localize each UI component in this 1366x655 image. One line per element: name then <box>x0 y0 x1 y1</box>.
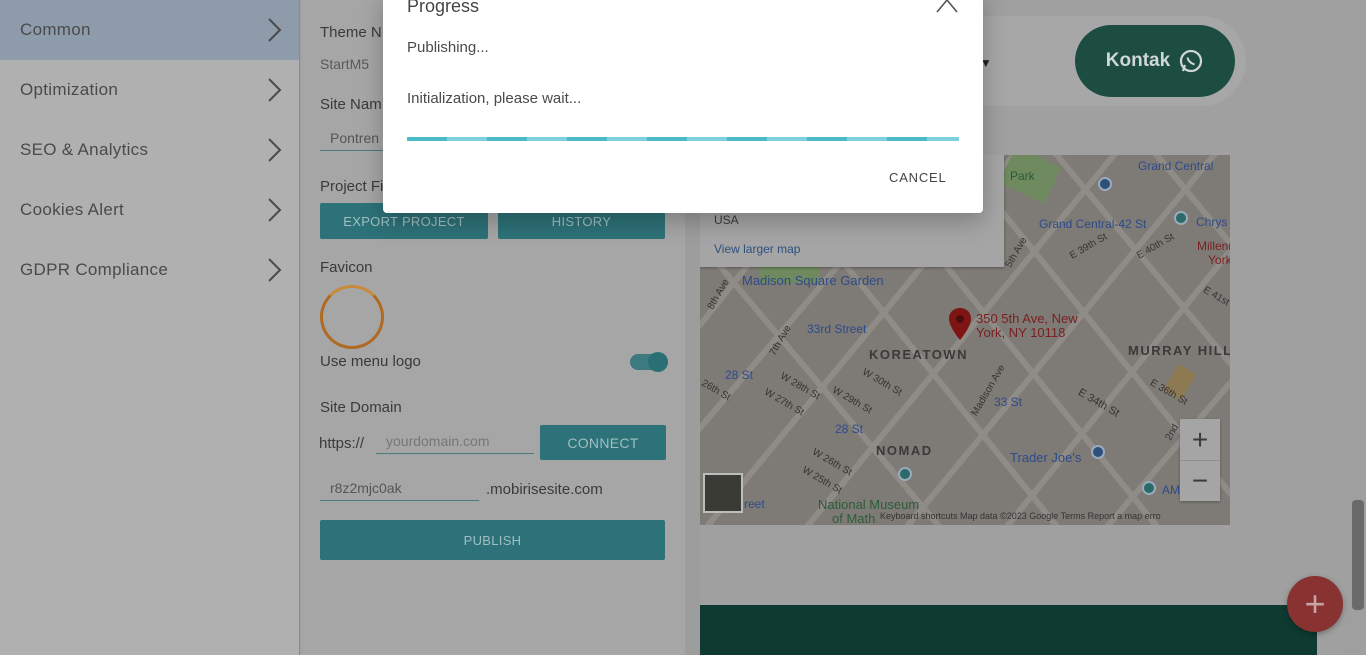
page-scrollbar[interactable] <box>1346 0 1366 655</box>
map-pin-icon[interactable] <box>948 307 972 341</box>
chevron-right-icon <box>268 78 282 102</box>
chevron-right-icon <box>268 18 282 42</box>
dialog-status: Publishing... <box>407 39 489 56</box>
map-label: 28 St <box>725 368 754 382</box>
map-label: AM <box>1162 483 1180 497</box>
theme-name-value: StartM5 <box>320 56 370 72</box>
map-poi-icon[interactable] <box>1098 177 1112 191</box>
map-poi-icon[interactable] <box>1091 445 1105 459</box>
whatsapp-icon <box>1180 49 1203 73</box>
progress-bar-fill <box>407 137 959 141</box>
map-label: Madison Square Garden <box>742 273 884 288</box>
sidebar-item-label: GDPR Compliance <box>20 260 169 279</box>
sidebar-item-seo-analytics[interactable]: SEO & Analytics <box>0 120 299 180</box>
map-attribution: Keyboard shortcuts Map data ©2023 Google… <box>880 511 1161 521</box>
cancel-button[interactable]: CANCEL <box>883 166 953 189</box>
https-prefix: https:// <box>319 435 365 452</box>
chevron-right-icon <box>268 198 282 222</box>
map-label: reet <box>744 497 765 511</box>
map-label: 28 St <box>835 422 864 436</box>
map-poi-icon[interactable] <box>1142 481 1156 495</box>
map-label: Millenniu <box>1197 239 1230 253</box>
map-label: 350 5th Ave, New <box>976 311 1078 326</box>
domain-input[interactable]: yourdomain.com <box>376 429 534 454</box>
scrollbar-thumb[interactable] <box>1352 500 1364 610</box>
connect-button[interactable]: CONNECT <box>540 425 666 460</box>
map-label: Chrys <box>1196 215 1228 229</box>
map-zoom-controls: + − <box>1180 419 1220 501</box>
favicon-image[interactable] <box>320 285 384 349</box>
sidebar-item-common[interactable]: Common <box>0 0 299 60</box>
chevron-right-icon <box>268 258 282 282</box>
progress-dialog: Progress Publishing... Initialization, p… <box>383 0 983 213</box>
map-label: NOMAD <box>876 443 933 458</box>
satellite-toggle[interactable] <box>703 473 743 513</box>
map-poi-icon[interactable] <box>1174 211 1188 225</box>
map-info-usa: USA <box>714 213 739 227</box>
map-label: of Math <box>832 511 876 525</box>
map-label: Park <box>1010 169 1035 183</box>
zoom-out-button[interactable]: − <box>1180 460 1220 501</box>
map-label: Grand Central <box>1138 159 1214 173</box>
use-menu-logo-label: Use menu logo <box>320 353 421 370</box>
sidebar-item-label: Common <box>20 20 91 39</box>
add-block-button[interactable]: + <box>1287 576 1343 632</box>
map-label: Trader Joe's <box>1010 450 1082 465</box>
site-domain-label: Site Domain <box>320 399 402 416</box>
progress-bar <box>407 137 959 141</box>
favicon-label: Favicon <box>320 259 373 276</box>
sidebar-item-label: Optimization <box>20 80 119 99</box>
sidebar-item-cookies-alert[interactable]: Cookies Alert <box>0 180 299 240</box>
subdomain-suffix: .mobirisesite.com <box>486 481 603 498</box>
toggle-knob <box>648 352 668 372</box>
chevron-right-icon <box>268 138 282 162</box>
map-label: MURRAY HILL <box>1128 343 1230 358</box>
preview-footer-band <box>700 605 1317 655</box>
subdomain-input[interactable]: r8z2mjc0ak <box>320 476 479 501</box>
contact-button[interactable]: Kontak <box>1075 25 1235 97</box>
theme-name-label: Theme N <box>320 24 382 41</box>
sidebar-item-optimization[interactable]: Optimization <box>0 60 299 120</box>
use-menu-logo-toggle[interactable] <box>630 352 668 372</box>
map-label: York C <box>1208 253 1230 267</box>
sidebar-item-gdpr-compliance[interactable]: GDPR Compliance <box>0 240 299 300</box>
sidebar-item-label: SEO & Analytics <box>20 140 149 159</box>
dialog-title: Progress <box>407 0 480 16</box>
contact-label: Kontak <box>1105 50 1171 71</box>
map-label: York, NY 10118 <box>976 325 1066 340</box>
map-label: KOREATOWN <box>869 347 968 362</box>
settings-sidebar: Common Optimization SEO & Analytics Cook… <box>0 0 300 655</box>
map-label: National Museum <box>818 497 920 512</box>
map-label: 33rd Street <box>807 322 867 336</box>
site-name-label: Site Nam <box>320 96 382 113</box>
zoom-in-button[interactable]: + <box>1180 419 1220 460</box>
map-label: Grand Central-42 St <box>1039 217 1147 231</box>
map-poi-icon[interactable] <box>898 467 912 481</box>
publish-button[interactable]: PUBLISH <box>320 520 665 560</box>
sidebar-item-label: Cookies Alert <box>20 200 125 219</box>
close-icon[interactable] <box>935 0 959 14</box>
view-larger-map-link[interactable]: View larger map <box>714 242 800 256</box>
map-label: 33 St <box>994 395 1023 409</box>
dialog-detail: Initialization, please wait... <box>407 90 582 107</box>
project-file-label: Project Fi <box>320 178 384 195</box>
